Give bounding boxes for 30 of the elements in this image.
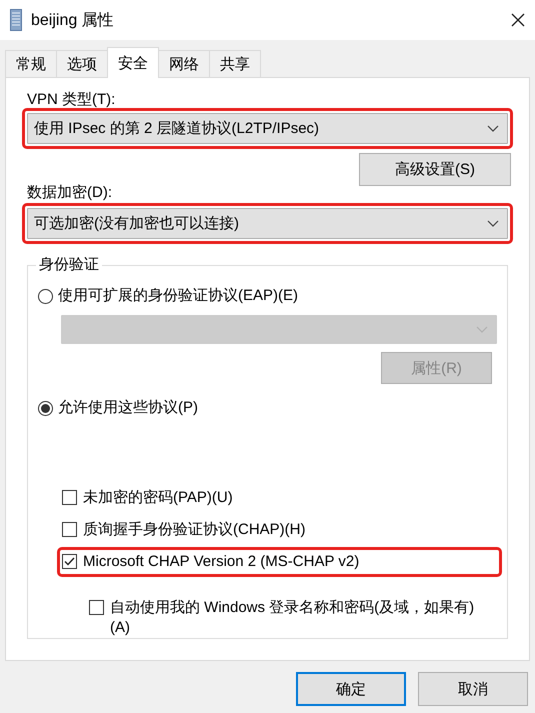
checkbox[interactable]	[62, 554, 77, 569]
close-icon[interactable]	[511, 13, 525, 27]
group-title: 身份验证	[36, 255, 102, 274]
chevron-down-icon	[476, 326, 488, 334]
field-label: 数据加密(D):	[27, 183, 113, 203]
chevron-down-icon	[487, 220, 499, 228]
encryption-dropdown[interactable]: 可选加密(没有加密也可以连接)	[27, 208, 508, 239]
server-icon	[10, 9, 22, 31]
checkbox[interactable]	[62, 522, 77, 537]
checkbox[interactable]	[62, 490, 77, 505]
field-label: VPN 类型(T):	[27, 90, 116, 110]
checkbox[interactable]	[89, 600, 104, 615]
cancel-button[interactable]: 取消	[418, 672, 528, 706]
checkbox-label[interactable]: 未加密的密码(PAP)(U)	[83, 488, 233, 508]
tab[interactable]: 安全	[107, 47, 159, 78]
radio-label[interactable]: 使用可扩展的身份验证协议(EAP)(E)	[58, 286, 298, 306]
tab[interactable]: 共享	[209, 50, 261, 77]
checkbox-label[interactable]: 自动使用我的 Windows 登录名称和密码(及域，如果有)(A)	[110, 598, 485, 638]
checkbox-label[interactable]: 质询握手身份验证协议(CHAP)(H)	[83, 520, 306, 540]
radio-button[interactable]	[38, 400, 53, 416]
vpn-type-dropdown[interactable]: 使用 IPsec 的第 2 层隧道协议(L2TP/IPsec)	[27, 113, 508, 144]
tab[interactable]: 常规	[5, 50, 57, 77]
ok-button[interactable]: 确定	[296, 672, 406, 706]
radio-label[interactable]: 允许使用这些协议(P)	[58, 398, 198, 418]
radio-button[interactable]	[38, 288, 53, 304]
chevron-down-icon	[487, 124, 499, 132]
checkbox-label[interactable]: Microsoft CHAP Version 2 (MS-CHAP v2)	[83, 552, 360, 572]
advanced-settings-button[interactable]: 高级设置(S)	[359, 153, 511, 186]
window-title: beijing 属性	[31, 10, 115, 30]
checkmark-icon	[64, 557, 75, 566]
